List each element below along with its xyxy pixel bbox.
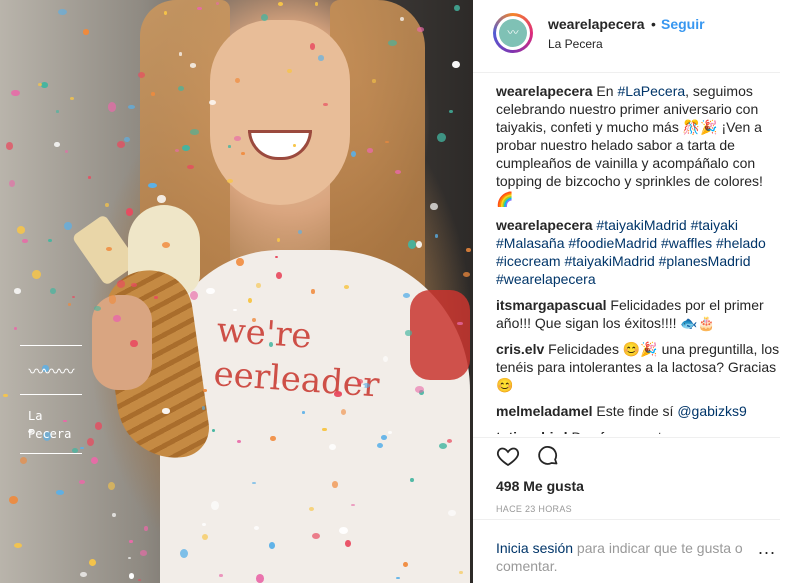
comments-list[interactable]: wearelapecera En #LaPecera, seguimos cel… <box>496 82 780 434</box>
login-link[interactable]: Inicia sesión <box>496 540 573 556</box>
watermark-rule-top <box>20 345 82 346</box>
hashtag-link[interactable]: #LaPecera <box>617 83 685 99</box>
instagram-post: we're eerleader 〰〰〰 La Pecera 〰 wearelap… <box>0 0 800 583</box>
fish-wave-icon: 〰〰〰 <box>28 364 74 381</box>
hashtag-link[interactable]: #wearelapecera <box>496 271 596 287</box>
hashtag-link[interactable]: #Malasaña <box>496 235 565 251</box>
comment-text: , seguimos celebrando nuestro primer ani… <box>496 83 763 207</box>
hashtag-link[interactable]: #taiyaki <box>691 217 738 233</box>
photo-sleeve <box>410 290 470 380</box>
avatar[interactable]: 〰 <box>493 13 533 53</box>
hashtag-link[interactable]: #waffles <box>661 235 712 251</box>
comment-item: itsmargapascual Felicidades por el prime… <box>496 296 780 332</box>
follow-button[interactable]: Seguir <box>661 16 705 32</box>
heart-icon[interactable] <box>496 444 520 468</box>
login-prompt: Inicia sesión para indicar que te gusta … <box>496 539 751 575</box>
hashtag-link[interactable]: #foodieMadrid <box>568 235 657 251</box>
comment-username[interactable]: wearelapecera <box>496 217 593 233</box>
comment-item: tatina_bird Doy fe que esta muy muy <box>496 428 780 434</box>
watermark-rule-mid <box>20 394 82 395</box>
comment-username[interactable]: itsmargapascual <box>496 297 607 313</box>
fish-logo-icon: 〰 <box>499 19 527 47</box>
post-timestamp[interactable]: HACE 23 HORAS <box>496 504 572 514</box>
comment-username[interactable]: tatina_bird <box>496 429 568 434</box>
photo-face <box>210 20 350 205</box>
hashtag-link[interactable]: #icecream <box>496 253 561 269</box>
hashtag-link[interactable]: #planesMadrid <box>659 253 751 269</box>
post-footer: Inicia sesión para indicar que te gusta … <box>473 519 780 584</box>
header-username[interactable]: wearelapecera <box>548 16 645 32</box>
watermark-label-1: La <box>28 409 43 423</box>
comment-username[interactable]: cris.elv <box>496 341 544 357</box>
avatar-ring: 〰 <box>496 16 530 50</box>
hashtag-link[interactable]: #taiyakiMadrid <box>596 217 686 233</box>
post-sidebar: 〰 wearelapecera • Seguir La Pecera weare… <box>473 0 800 583</box>
post-photo[interactable]: we're eerleader 〰〰〰 La Pecera <box>0 0 473 583</box>
comment-item: wearelapecera En #LaPecera, seguimos cel… <box>496 82 780 208</box>
comment-username[interactable]: wearelapecera <box>496 83 593 99</box>
more-options-button[interactable]: ... <box>758 538 776 559</box>
comment-text: Este finde sí <box>592 403 678 419</box>
hashtag-link[interactable]: #taiyakiMadrid <box>564 253 654 269</box>
hashtag-link[interactable]: #helado <box>716 235 766 251</box>
comment-text: Doy fe que esta muy muy <box>568 429 730 434</box>
likes-count[interactable]: 498 Me gusta <box>496 478 584 494</box>
comment-item: cris.elv Felicidades 😊🎉 una preguntilla,… <box>496 340 780 394</box>
comment-item: melmeladamel Este finde sí @gabizks9 <box>496 402 780 420</box>
comment-username[interactable]: melmeladamel <box>496 403 593 419</box>
hashtags-comment: wearelapecera #taiyakiMadrid #taiyaki #M… <box>496 216 780 288</box>
watermark-rule-bottom <box>20 453 82 454</box>
separator-dot: • <box>651 16 656 32</box>
photo-hand <box>92 295 152 390</box>
comment-text: En <box>592 83 618 99</box>
hashtag-link[interactable]: @gabizks9 <box>677 403 746 419</box>
watermark-label-2: Pecera <box>28 427 72 441</box>
post-header: 〰 wearelapecera • Seguir La Pecera <box>473 0 780 73</box>
comment-icon[interactable] <box>536 444 560 468</box>
location-link[interactable]: La Pecera <box>548 37 603 51</box>
la-pecera-watermark: 〰〰〰 La Pecera <box>20 345 82 466</box>
